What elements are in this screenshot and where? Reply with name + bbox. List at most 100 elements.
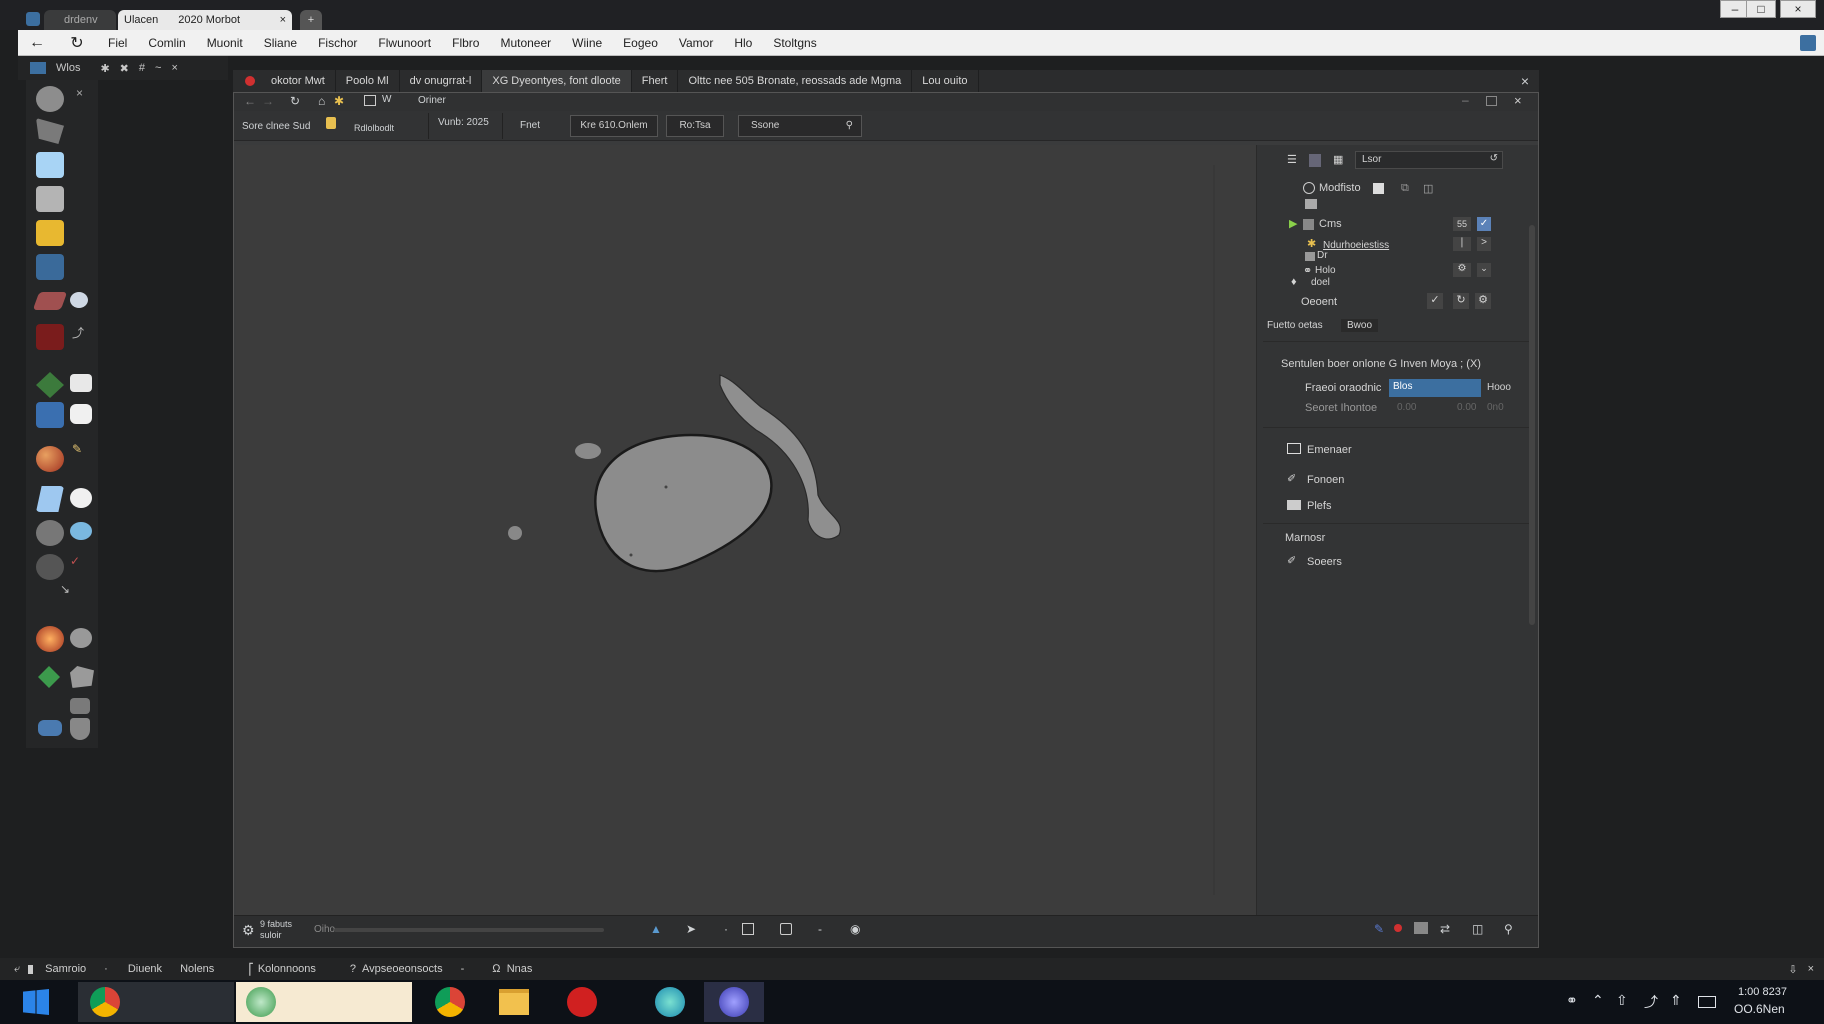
paper-icon[interactable]	[36, 486, 64, 512]
scrollbar[interactable]	[1529, 225, 1535, 625]
browser-tab[interactable]: drdenv	[44, 10, 116, 30]
pen-icon[interactable]: ✎	[1374, 922, 1384, 936]
doc-tab[interactable]: Lou ouito	[912, 70, 979, 92]
pin-icon[interactable]: ⤶	[14, 963, 20, 976]
tag-icon[interactable]: W	[382, 94, 391, 105]
clipboard-icon[interactable]	[1309, 154, 1321, 167]
menu-item[interactable]: Eogeo	[623, 36, 658, 50]
headset-icon[interactable]: ⚭	[1566, 992, 1578, 1009]
star-icon[interactable]: ✱	[334, 94, 344, 108]
forward-icon[interactable]: →	[262, 94, 274, 108]
doc-tab-active[interactable]: XG Dyeontyes, font dloote	[482, 70, 632, 92]
tilde-icon[interactable]: ~	[155, 62, 161, 74]
outliner-row[interactable]	[1257, 195, 1537, 215]
close-icon[interactable]: ×	[280, 14, 286, 26]
home-icon[interactable]: ⌂	[318, 94, 325, 108]
antenna-icon[interactable]: ⇑	[1670, 992, 1682, 1009]
back-arrow-icon[interactable]: ←	[28, 34, 46, 52]
start-button[interactable]	[6, 982, 66, 1022]
red-block-icon[interactable]	[36, 324, 64, 350]
menu-item[interactable]: Flbro	[452, 36, 479, 50]
stone-icon[interactable]	[70, 628, 92, 648]
yellow-material-icon[interactable]	[36, 220, 64, 246]
gear-icon[interactable]: ⚙	[242, 922, 255, 939]
list-item[interactable]: ✐ Soeers	[1257, 553, 1537, 573]
move-tool-icon[interactable]	[36, 118, 64, 144]
refresh-icon[interactable]: ↻	[1453, 293, 1469, 309]
clock-time[interactable]: 1:00 8237	[1738, 986, 1787, 998]
hash-icon[interactable]: #	[139, 62, 145, 74]
eraser-icon[interactable]	[32, 292, 68, 310]
close-icon[interactable]: ×	[1808, 963, 1814, 975]
save-icon[interactable]	[742, 923, 754, 935]
close-icon[interactable]: ×	[1521, 73, 1529, 89]
blue-drop-icon[interactable]	[70, 522, 92, 540]
taskbar-app[interactable]	[640, 982, 700, 1022]
new-tab-button[interactable]: +	[300, 10, 322, 30]
bean-icon[interactable]	[70, 488, 92, 508]
cube-icon[interactable]	[36, 186, 64, 212]
brush-icon[interactable]: ✓	[70, 554, 90, 580]
arrow-tool-icon[interactable]: ➤	[686, 922, 696, 936]
blue-tool-icon[interactable]	[38, 720, 62, 736]
network-icon[interactable]: ⇧	[1616, 992, 1628, 1009]
time-slider[interactable]	[334, 928, 604, 932]
square-icon[interactable]	[1373, 183, 1384, 194]
cloud-icon[interactable]	[70, 292, 88, 308]
pin-icon[interactable]: ✱	[100, 62, 109, 75]
lock-icon[interactable]	[326, 117, 336, 129]
frame-icon[interactable]	[364, 95, 376, 106]
taskbar-app[interactable]	[704, 982, 764, 1022]
taskbar-app-active[interactable]	[236, 982, 412, 1022]
shelf-button[interactable]: Kre 610.Onlem	[570, 115, 658, 137]
bottom-item[interactable]: Diuenk	[128, 963, 162, 975]
menu-item[interactable]: Fischor	[318, 36, 357, 50]
bucket-icon[interactable]: ✓	[1427, 293, 1443, 309]
record-icon[interactable]	[1394, 924, 1402, 932]
grey-sphere-icon[interactable]	[36, 520, 64, 546]
orange-globe-icon[interactable]	[36, 626, 64, 652]
menu-item[interactable]: Hlo	[734, 36, 752, 50]
bottom-item[interactable]: Kolonnoons	[258, 963, 316, 975]
crossed-tools-icon[interactable]: ✖	[120, 62, 129, 75]
bucket-icon[interactable]: ◫	[1472, 922, 1483, 936]
needle-icon[interactable]: ↘	[60, 582, 88, 608]
doc-tab[interactable]: Fhert	[632, 70, 679, 92]
expand-triangle-icon[interactable]: ▶	[1289, 217, 1297, 230]
clock-date[interactable]: OO.6Nen	[1734, 1002, 1785, 1016]
menu-item[interactable]: Fiel	[108, 36, 127, 50]
restore-icon[interactable]	[1486, 96, 1497, 106]
card-icon[interactable]	[70, 374, 92, 392]
current-row[interactable]: Oeoent ✓ ↻ ⚙	[1257, 293, 1537, 313]
book-icon[interactable]: ◫	[1423, 182, 1433, 195]
app-icon[interactable]	[26, 12, 40, 26]
field-extra[interactable]: Hooo	[1487, 382, 1511, 393]
record-icon[interactable]	[245, 76, 255, 86]
refresh-icon[interactable]: ↻	[290, 94, 300, 108]
monitor-icon[interactable]	[1414, 922, 1428, 934]
menu-item[interactable]: Mutoneer	[500, 36, 551, 50]
check-icon[interactable]: ✓	[1477, 217, 1491, 231]
magnifier-icon[interactable]: ⚲	[1504, 922, 1513, 936]
field-input[interactable]: Blos	[1389, 379, 1481, 397]
taskbar-app[interactable]	[552, 982, 612, 1022]
attr-tab-value[interactable]: Bwoo	[1341, 319, 1379, 332]
settings-icon[interactable]: ⚙	[1475, 293, 1491, 309]
frame-icon[interactable]	[780, 923, 792, 935]
refresh-icon[interactable]: ↻	[68, 33, 86, 53]
doc-tab[interactable]: Poolo Ml	[336, 70, 400, 92]
chevron-up-icon[interactable]: ⌃	[1592, 992, 1604, 1009]
green-mesh-icon[interactable]	[36, 372, 64, 398]
menu-item[interactable]: Comlin	[148, 36, 185, 50]
maximize-button[interactable]: □	[1746, 0, 1776, 18]
menu-item[interactable]: Wiine	[572, 36, 602, 50]
doc-tab[interactable]: okotor Mwt	[261, 70, 336, 92]
shelf-button[interactable]: Ro:Tsa	[666, 115, 724, 137]
list-icon[interactable]: ☰	[1287, 153, 1297, 166]
plane-icon[interactable]	[36, 152, 64, 178]
doc-tab[interactable]: Olttc nee 505 Bronate, reossads ade Mgma	[678, 70, 913, 92]
outliner-row[interactable]: ▶ Cms 55 ✓	[1257, 215, 1537, 235]
bookmark-icon[interactable]	[28, 964, 34, 974]
menu-item[interactable]: Muonit	[207, 36, 243, 50]
list-item[interactable]: ✐ Fonoen	[1257, 471, 1537, 491]
